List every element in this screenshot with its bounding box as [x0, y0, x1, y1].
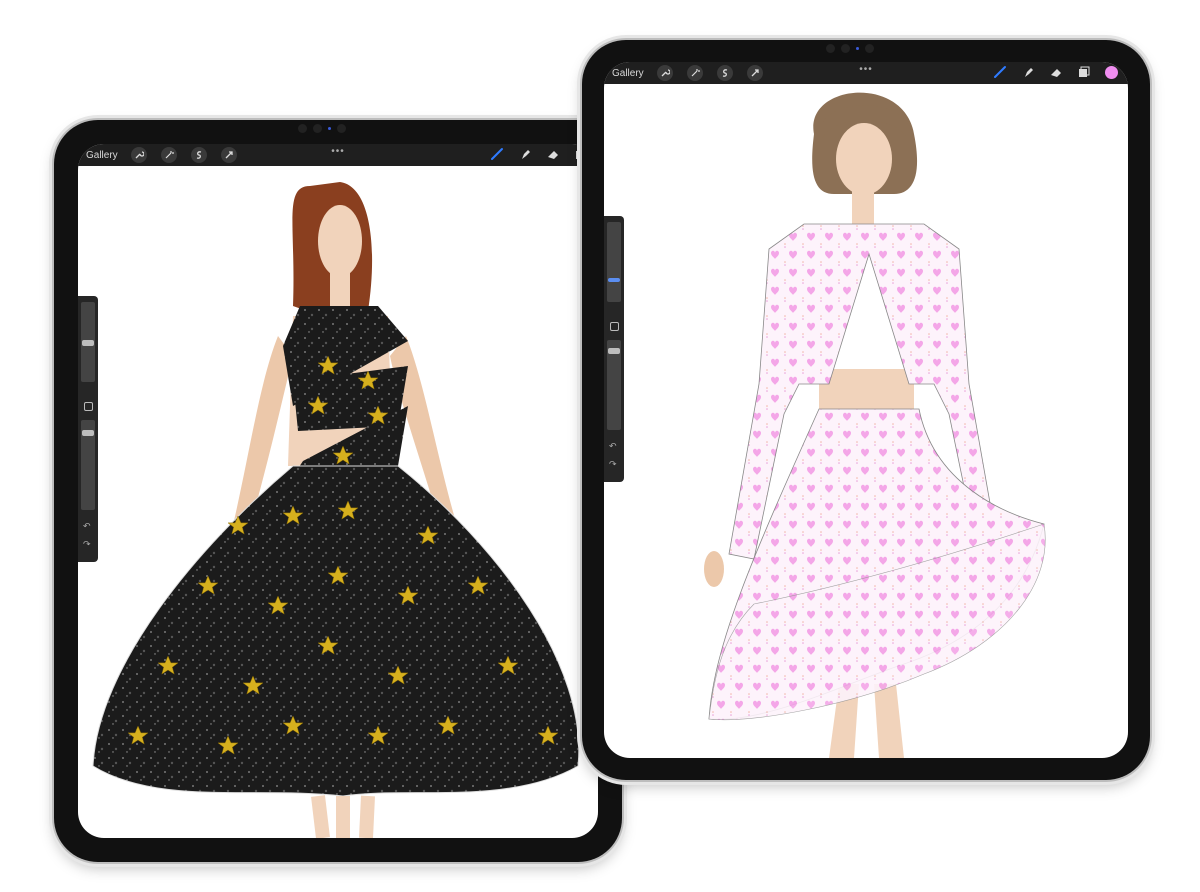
eraser-icon[interactable]	[1049, 65, 1063, 79]
camera-bar	[826, 44, 874, 53]
selection-icon[interactable]	[190, 147, 207, 163]
opacity-knob[interactable]	[82, 430, 94, 436]
right-screen: Gallery •••	[604, 62, 1128, 758]
smudge-icon[interactable]	[1021, 65, 1035, 79]
redo-button[interactable]: ↷	[609, 459, 617, 470]
right-ipad: Gallery ••• ↶ ↷	[582, 40, 1150, 780]
right-toolbar: Gallery •••	[604, 62, 1128, 84]
brush-size-knob[interactable]	[82, 340, 94, 346]
modify-button[interactable]	[84, 402, 93, 411]
move-icon[interactable]	[220, 147, 237, 163]
brush-size-slider[interactable]	[607, 222, 621, 302]
left-ipad: Gallery ••• ↶ ↷	[54, 120, 622, 862]
undo-button[interactable]: ↶	[609, 441, 617, 452]
left-screen: Gallery •••	[78, 144, 598, 838]
right-sidebar: ↶ ↷	[604, 216, 624, 482]
brush-size-knob[interactable]	[608, 278, 620, 282]
more-menu[interactable]: •••	[859, 64, 873, 75]
move-icon[interactable]	[746, 65, 763, 81]
selection-icon[interactable]	[716, 65, 733, 81]
color-icon[interactable]	[1105, 65, 1118, 79]
opacity-knob[interactable]	[608, 348, 620, 354]
black-star-dress-illustration	[92, 182, 580, 838]
undo-button[interactable]: ↶	[83, 521, 91, 532]
wrench-icon[interactable]	[130, 147, 147, 163]
wrench-icon[interactable]	[656, 65, 673, 81]
brush-icon[interactable]	[993, 65, 1007, 79]
left-toolbar: Gallery •••	[78, 144, 598, 166]
smudge-icon[interactable]	[518, 147, 532, 161]
opacity-slider[interactable]	[607, 340, 621, 430]
magic-wand-icon[interactable]	[160, 147, 177, 163]
camera-bar	[298, 124, 346, 133]
modify-button[interactable]	[610, 322, 619, 331]
brush-icon[interactable]	[490, 147, 504, 161]
pink-heart-suit-illustration	[704, 92, 1046, 758]
layers-icon[interactable]	[1077, 65, 1091, 79]
eraser-icon[interactable]	[546, 147, 560, 161]
gallery-button[interactable]: Gallery	[86, 150, 118, 161]
left-sidebar: ↶ ↷	[78, 296, 98, 562]
magic-wand-icon[interactable]	[686, 65, 703, 81]
more-menu[interactable]: •••	[331, 146, 345, 157]
redo-button[interactable]: ↷	[83, 539, 91, 550]
brush-size-slider[interactable]	[81, 302, 95, 382]
opacity-slider[interactable]	[81, 420, 95, 510]
gallery-button[interactable]: Gallery	[612, 68, 644, 79]
